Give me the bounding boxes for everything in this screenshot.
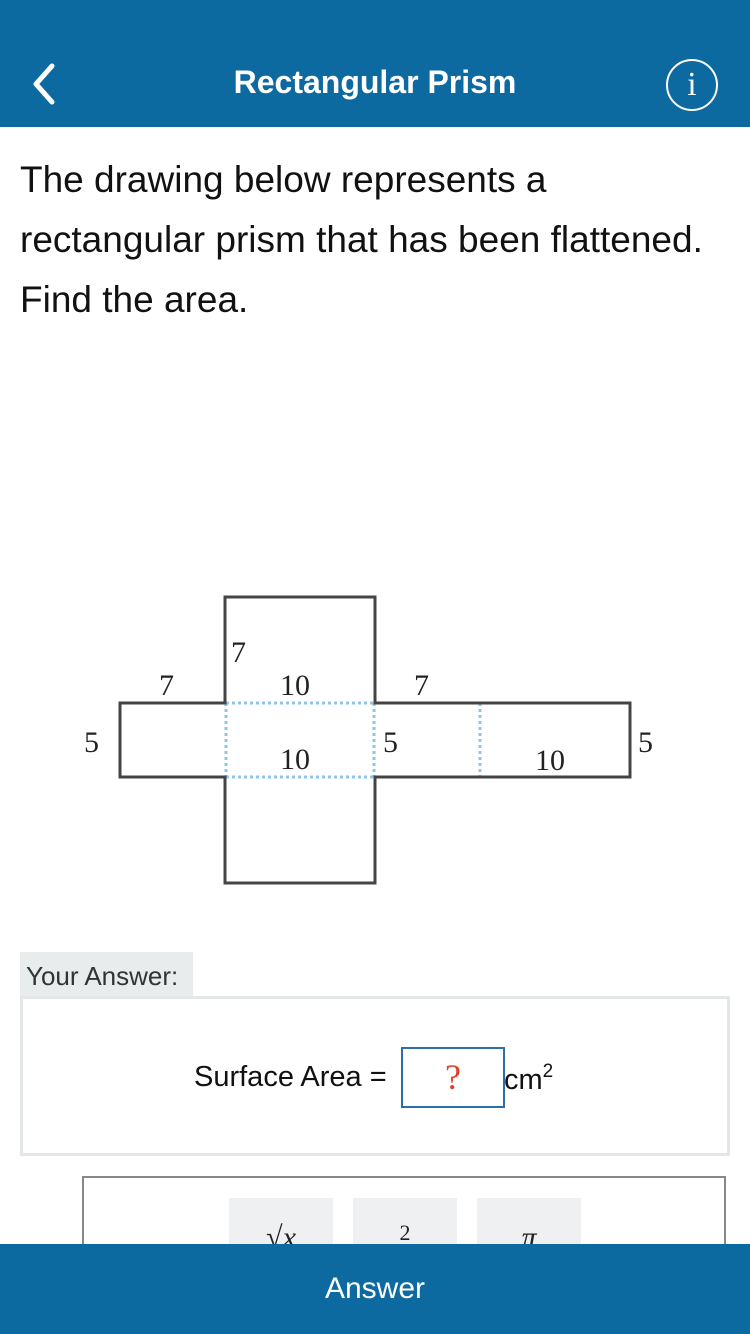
unit-label: cm2 xyxy=(504,1061,553,1097)
label-left-face-top: 7 xyxy=(159,669,174,702)
unit-text: cm xyxy=(504,1064,543,1096)
label-center-right-side: 5 xyxy=(383,726,398,759)
surface-area-label: Surface Area = xyxy=(194,1061,387,1093)
info-icon[interactable]: i xyxy=(666,59,718,111)
label-right-face-top: 7 xyxy=(414,669,429,702)
question-text: The drawing below represents a rectangul… xyxy=(20,159,703,320)
label-center-top: 10 xyxy=(280,669,310,702)
label-left-height: 5 xyxy=(84,726,99,759)
answer-button[interactable]: Answer xyxy=(0,1244,750,1334)
your-answer-label: Your Answer: xyxy=(20,952,193,996)
page-title: Rectangular Prism xyxy=(233,64,517,100)
prism-net-diagram: 7 7 10 7 5 10 5 10 5 xyxy=(84,595,653,885)
answer-box: Surface Area = ? cm2 xyxy=(20,996,730,1156)
label-right-bottom: 10 xyxy=(535,744,565,777)
surface-area-input[interactable]: ? xyxy=(401,1047,505,1108)
app-header: Rectangular Prism i xyxy=(0,0,750,127)
label-center-middle: 10 xyxy=(280,743,310,776)
unit-exponent: 2 xyxy=(542,1061,554,1082)
label-right-height: 5 xyxy=(638,726,653,759)
label-top-face-side: 7 xyxy=(231,636,246,669)
